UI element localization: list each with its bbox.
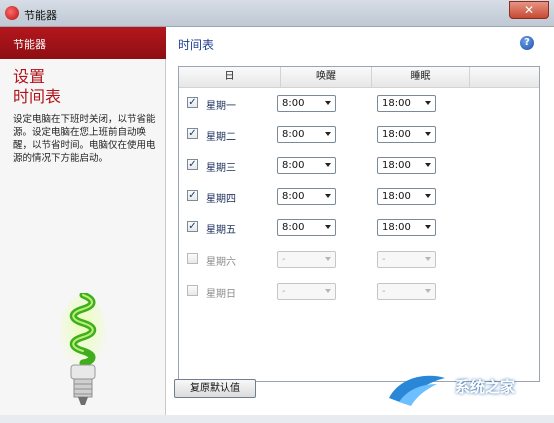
wake-time-value: - (282, 254, 286, 265)
sleep-time-select[interactable]: - (377, 283, 436, 300)
chevron-down-icon (425, 289, 431, 293)
day-checkbox[interactable]: ✓ (187, 190, 198, 201)
chevron-down-icon (425, 163, 431, 167)
chevron-down-icon (425, 225, 431, 229)
chevron-down-icon (425, 194, 431, 198)
schedule-row: 星期日 - - (179, 282, 539, 302)
schedule-row: ✓ 星期二 8:00 18:00 (179, 125, 539, 145)
wake-time-select[interactable]: - (277, 251, 336, 268)
watermark: 系统之家 (385, 368, 545, 410)
sleep-time-value: 18:00 (382, 222, 411, 233)
day-checkbox[interactable]: ✓ (187, 128, 198, 139)
chevron-down-icon (325, 289, 331, 293)
window-title: 节能器 (24, 9, 57, 22)
chevron-down-icon (325, 194, 331, 198)
wake-time-select[interactable]: 8:00 (277, 157, 336, 174)
sidebar-title: 设置 时间表 (13, 67, 62, 106)
day-label: 星期日 (206, 289, 236, 300)
wake-time-select[interactable]: 8:00 (277, 188, 336, 205)
schedule-header: 日 唤醒 睡眠 (179, 67, 539, 88)
wake-time-select[interactable]: - (277, 283, 336, 300)
sleep-time-value: 18:00 (382, 129, 411, 140)
chevron-down-icon (325, 101, 331, 105)
day-label: 星期四 (206, 194, 236, 205)
wake-time-value: 8:00 (282, 191, 305, 202)
day-label: 星期六 (206, 257, 236, 268)
day-checkbox[interactable] (187, 285, 198, 296)
watermark-logo-icon (389, 375, 445, 406)
chevron-down-icon (425, 101, 431, 105)
day-label: 星期一 (206, 101, 236, 112)
chevron-down-icon (425, 132, 431, 136)
chevron-down-icon (325, 132, 331, 136)
schedule-row: 星期六 - - (179, 250, 539, 270)
schedule-row: ✓ 星期五 8:00 18:00 (179, 218, 539, 238)
wake-time-value: 8:00 (282, 160, 305, 171)
day-checkbox[interactable]: ✓ (187, 97, 198, 108)
day-label: 星期五 (206, 225, 236, 236)
column-header-wake: 唤醒 (281, 67, 372, 87)
sleep-time-select[interactable]: 18:00 (377, 126, 436, 143)
wake-time-select[interactable]: 8:00 (277, 95, 336, 112)
chevron-down-icon (325, 163, 331, 167)
sidebar-description: 设定电脑在下班时关闭，以节省能源。设定电脑在您上班前自动唤醒，以节省时间。电脑仅… (13, 114, 156, 164)
main-panel: 时间表 ? 日 唤醒 睡眠 ✓ 星期一 8:00 18:00 ✓ 星期二 8:0… (166, 27, 554, 415)
day-checkbox[interactable] (187, 253, 198, 264)
schedule-row: ✓ 星期三 8:00 18:00 (179, 156, 539, 176)
sidebar-header: 节能器 (0, 27, 166, 59)
sidebar-header-text: 节能器 (13, 38, 46, 51)
sleep-time-value: 18:00 (382, 98, 411, 109)
sleep-time-value: - (382, 254, 386, 265)
title-bar: 节能器 ✕ (0, 0, 554, 27)
schedule-row: ✓ 星期一 8:00 18:00 (179, 94, 539, 114)
column-header-sleep: 睡眠 (372, 67, 470, 87)
wake-time-value: 8:00 (282, 98, 305, 109)
sidebar: 节能器 设置 时间表 设定电脑在下班时关闭，以节省能源。设定电脑在您上班前自动唤… (0, 27, 166, 415)
sleep-time-value: - (382, 286, 386, 297)
app-logo-icon (5, 6, 19, 20)
help-icon[interactable]: ? (520, 36, 534, 50)
day-label: 星期二 (206, 132, 236, 143)
schedule-row: ✓ 星期四 8:00 18:00 (179, 187, 539, 207)
chevron-down-icon (325, 257, 331, 261)
wake-time-select[interactable]: 8:00 (277, 219, 336, 236)
restore-defaults-button[interactable]: 复原默认值 (174, 379, 256, 398)
day-checkbox[interactable]: ✓ (187, 221, 198, 232)
sleep-time-select[interactable]: - (377, 251, 436, 268)
wake-time-value: - (282, 286, 286, 297)
wake-time-value: 8:00 (282, 129, 305, 140)
schedule-table: 日 唤醒 睡眠 ✓ 星期一 8:00 18:00 ✓ 星期二 8:00 18:0… (178, 66, 540, 382)
sleep-time-select[interactable]: 18:00 (377, 157, 436, 174)
watermark-text: 系统之家 (455, 378, 516, 396)
day-checkbox[interactable]: ✓ (187, 159, 198, 170)
sleep-time-value: 18:00 (382, 160, 411, 171)
column-header-day: 日 (179, 67, 281, 87)
wake-time-value: 8:00 (282, 222, 305, 233)
chevron-down-icon (425, 257, 431, 261)
wake-time-select[interactable]: 8:00 (277, 126, 336, 143)
sleep-time-select[interactable]: 18:00 (377, 95, 436, 112)
energy-bulb-icon (60, 293, 106, 405)
close-button[interactable]: ✕ (509, 1, 549, 19)
chevron-down-icon (325, 225, 331, 229)
sleep-time-value: 18:00 (382, 191, 411, 202)
page-title: 时间表 (178, 38, 215, 52)
day-label: 星期三 (206, 163, 236, 174)
sleep-time-select[interactable]: 18:00 (377, 219, 436, 236)
sleep-time-select[interactable]: 18:00 (377, 188, 436, 205)
